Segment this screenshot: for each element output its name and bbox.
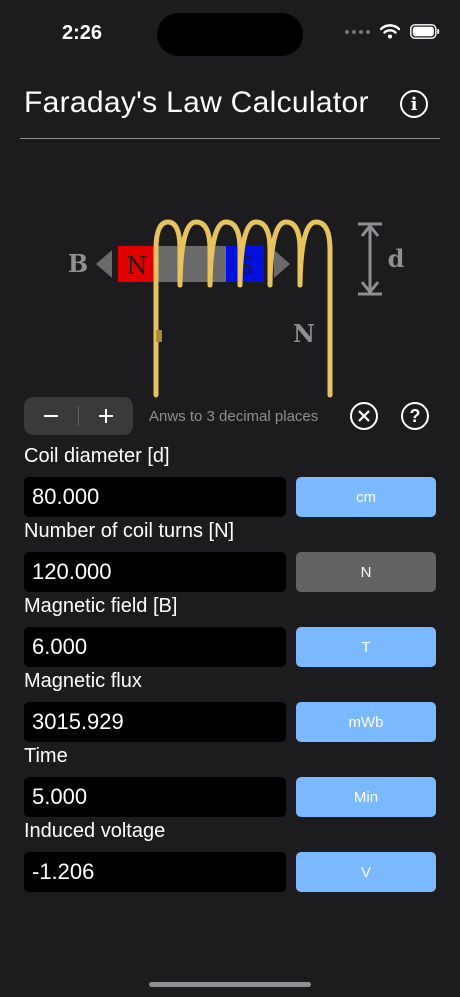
magnetic-field-unit-button[interactable]: T xyxy=(296,627,436,667)
wifi-icon xyxy=(380,24,400,39)
field-label: Magnetic field [B] xyxy=(24,595,178,617)
diameter-marker-icon xyxy=(358,222,382,296)
minus-icon xyxy=(44,415,58,417)
plus-icon xyxy=(99,409,113,423)
magnetic-field-field: Magnetic field [B] 6.000 T xyxy=(24,593,436,667)
turns-label: N xyxy=(293,319,315,348)
cellular-signal-icon xyxy=(345,29,370,34)
time-input[interactable]: 5.000 xyxy=(24,777,286,817)
magnetic-flux-unit-button[interactable]: mWb xyxy=(296,702,436,742)
north-pole-label: N xyxy=(127,252,148,280)
status-icons xyxy=(345,24,440,39)
time-unit-button[interactable]: Min xyxy=(296,777,436,817)
coil-diameter-input[interactable]: 80.000 xyxy=(24,477,286,517)
status-bar: 2:26 xyxy=(0,0,460,70)
increment-button[interactable] xyxy=(79,397,133,435)
controls-row: Anws to 3 decimal places ? xyxy=(24,397,436,437)
magnetic-flux-field: Magnetic flux 3015.929 mWb xyxy=(24,668,436,742)
precision-stepper[interactable] xyxy=(24,397,133,435)
status-time: 2:26 xyxy=(62,22,103,44)
field-label: Coil diameter [d] xyxy=(24,445,170,467)
precision-text: Anws to 3 decimal places xyxy=(149,408,319,425)
coil-diameter-unit-button[interactable]: cm xyxy=(296,477,436,517)
field-label: Induced voltage xyxy=(24,820,166,842)
induced-voltage-input[interactable]: -1.206 xyxy=(24,852,286,892)
magnetic-field-input[interactable]: 6.000 xyxy=(24,627,286,667)
decrement-button[interactable] xyxy=(24,397,78,435)
field-label: Magnetic flux xyxy=(24,670,142,692)
clear-icon[interactable] xyxy=(350,402,378,430)
battery-icon xyxy=(410,24,440,39)
coil-turns-field: Number of coil turns [N] 120.000 N xyxy=(24,518,436,592)
header-divider xyxy=(20,138,440,139)
dynamic-island xyxy=(157,13,303,56)
home-indicator[interactable] xyxy=(149,982,311,987)
coil-icon xyxy=(153,219,333,398)
page-title: Faraday's Law Calculator xyxy=(24,86,369,119)
help-icon[interactable]: ? xyxy=(401,402,429,430)
info-icon[interactable]: i xyxy=(400,90,428,118)
time-field: Time 5.000 Min xyxy=(24,743,436,817)
coil-turns-input[interactable]: 120.000 xyxy=(24,552,286,592)
coil-turns-unit-button: N xyxy=(296,552,436,592)
arrow-left-icon xyxy=(96,250,112,278)
coil-diameter-field: Coil diameter [d] 80.000 cm xyxy=(24,443,436,517)
field-label: Time xyxy=(24,745,68,767)
coil-magnet-diagram: N S B d N xyxy=(60,210,420,400)
induced-voltage-unit-button[interactable]: V xyxy=(296,852,436,892)
magnetic-flux-input[interactable]: 3015.929 xyxy=(24,702,286,742)
diameter-label: d xyxy=(388,244,405,273)
induced-voltage-field: Induced voltage -1.206 V xyxy=(24,818,436,892)
field-label: Number of coil turns [N] xyxy=(24,520,235,542)
field-b-label: B xyxy=(68,249,88,278)
arrow-right-icon xyxy=(274,250,290,278)
